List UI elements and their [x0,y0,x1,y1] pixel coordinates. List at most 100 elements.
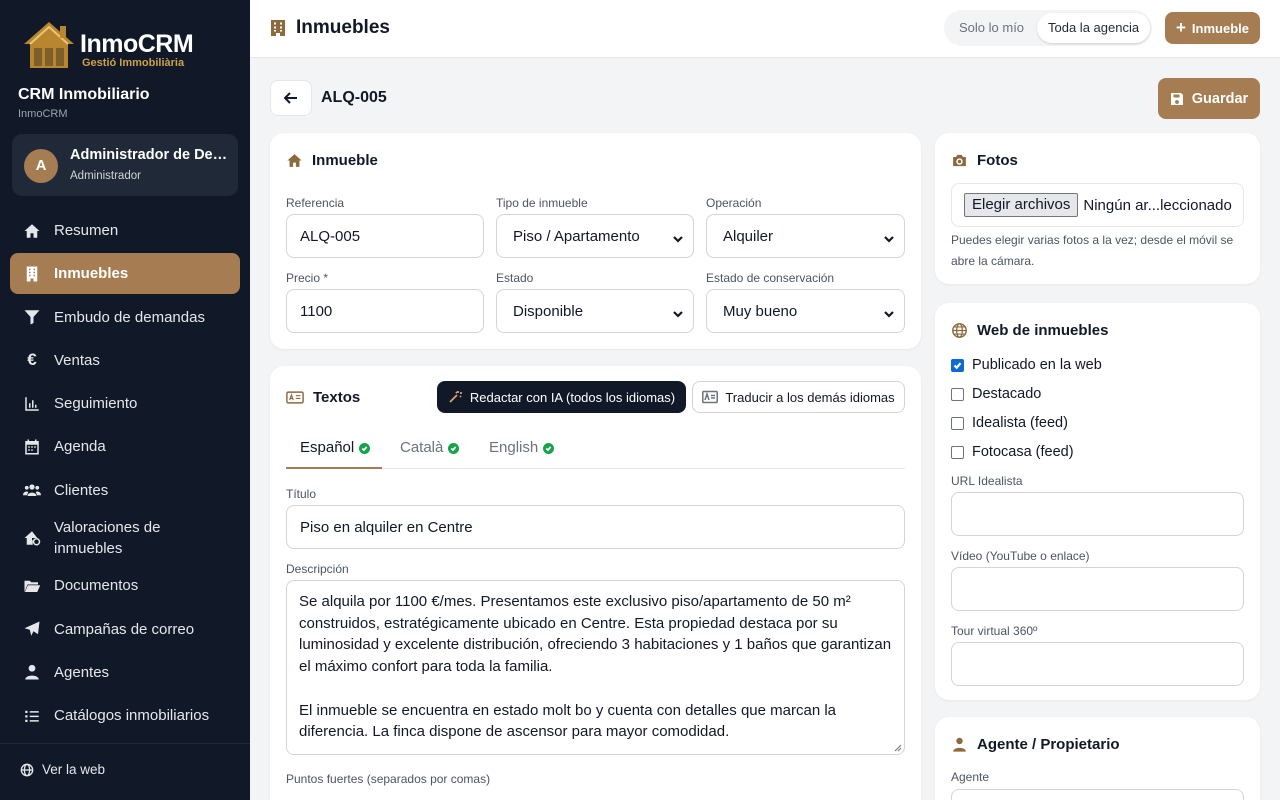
floppy-disk-icon [1170,92,1183,105]
camera-icon [953,154,966,167]
sidebar-item-label: Clientes [54,481,109,499]
tour-field[interactable] [951,642,1244,686]
checkbox-publicado[interactable]: Publicado en la web [951,357,1102,373]
sidebar-item-label: Inmuebles [54,265,129,283]
web-title-text: Web de inmuebles [977,322,1109,339]
tipo-select-value: Piso / Apartamento [513,227,640,245]
agente-label: Agente [951,770,990,784]
user-card[interactable]: A Administrador de Demo Administrador [12,134,238,196]
save-button[interactable]: Guardar [1158,78,1260,119]
checkbox-label: Idealista (feed) [972,415,1068,431]
precio-label: Precio * [286,271,329,285]
estado-label: Estado [496,271,534,285]
estado-select[interactable]: Disponible [496,289,694,333]
url-idealista-field[interactable] [951,492,1244,536]
agente-select[interactable] [951,789,1244,800]
sidebar-item-documentos[interactable]: Documentos [10,565,240,606]
sidebar-item-label: Seguimiento [54,395,138,413]
brand-logo[interactable]: InmoCRM Gestió Immobiliària [20,18,194,72]
tipo-select[interactable]: Piso / Apartamento [496,214,694,258]
fotos-card: Fotos Elegir archivos Ningún ar...leccio… [935,133,1260,284]
ver-web-link[interactable]: Ver la web [20,762,105,777]
sidebar-item-catalogos[interactable]: Catálogos inmobiliarios [10,695,240,736]
sidebar-item-ventas[interactable]: € Ventas [10,340,240,381]
sidebar-item-seguimiento[interactable]: Seguimiento [10,383,240,424]
titulo-field[interactable]: Piso en alquiler en Centre [286,505,905,549]
descripcion-paragraph: Se alquila por 1100 €/mes. Presentamos e… [299,593,892,676]
arrow-left-icon [283,92,297,104]
topbar: Inmuebles Solo lo mío Toda la agencia + … [250,0,1280,58]
video-label: Vídeo (YouTube o enlace) [951,549,1090,563]
resize-handle-icon[interactable] [894,744,902,752]
checkbox-label: Publicado en la web [972,357,1102,373]
back-button[interactable] [270,80,312,116]
page-title-text: Inmuebles [296,17,390,38]
sidebar-item-label: Documentos [54,577,139,595]
checkbox-unchecked-icon[interactable] [951,445,964,459]
web-card-title: Web de inmuebles [951,322,1108,339]
checkbox-idealista[interactable]: Idealista (feed) [951,415,1068,431]
checkbox-destacado[interactable]: Destacado [951,386,1041,402]
house-logo-icon [24,22,74,68]
web-card: Web de inmuebles Publicado en la web Des… [935,303,1260,700]
sidebar-item-valoraciones[interactable]: Valoraciones de inmuebles [10,513,240,563]
language-tabs: Español Català English [286,431,905,469]
tour-label: Tour virtual 360º [951,624,1038,638]
video-field[interactable] [951,567,1244,611]
textos-title-text: Textos [313,389,361,406]
sidebar-item-campanas[interactable]: Campañas de correo [10,609,240,650]
language-icon [702,390,719,404]
sidebar-item-agentes[interactable]: Agentes [10,652,240,693]
scope-mine-button[interactable]: Solo lo mío [948,13,1035,43]
photo-file-input[interactable]: Elegir archivos Ningún ar...leccionado [951,183,1244,227]
checkbox-unchecked-icon[interactable] [951,387,964,401]
sidebar-nav: Resumen Inmuebles Embudo de demandas € V… [10,210,240,739]
sidebar-item-inmuebles[interactable]: Inmuebles [10,253,240,295]
inmueble-title-text: Inmueble [312,152,378,169]
sidebar-item-label: Catálogos inmobiliarios [54,707,210,725]
operacion-select[interactable]: Alquiler [706,214,905,258]
choose-files-button[interactable]: Elegir archivos [964,193,1079,217]
url-idealista-label: URL Idealista [951,474,1023,488]
ver-web-label: Ver la web [42,762,106,777]
descripcion-paragraph: El inmueble se encuentra en estado molt … [299,701,836,741]
new-property-button[interactable]: + Inmueble [1165,12,1260,44]
sidebar-item-label: Agenda [54,438,106,456]
checkbox-fotocasa[interactable]: Fotocasa (feed) [951,444,1074,460]
sidebar-item-label: Resumen [54,222,119,239]
tab-espanol[interactable]: Español [286,431,382,469]
sidebar-item-resumen[interactable]: Resumen [10,210,240,251]
tab-label: Català [400,439,444,456]
sidebar-item-clientes[interactable]: Clientes [10,470,240,511]
tab-english[interactable]: English [489,431,555,469]
tab-catala[interactable]: Català [400,431,460,469]
fotos-title-text: Fotos [977,152,1018,169]
conservacion-select[interactable]: Muy bueno [706,289,905,333]
scope-all-button[interactable]: Toda la agencia [1037,13,1151,43]
sidebar-item-embudo[interactable]: Embudo de demandas [10,297,240,338]
operacion-select-value: Alquiler [723,227,774,245]
sidebar: InmoCRM Gestió Immobiliària CRM Inmobili… [0,0,250,800]
checkbox-checked-icon[interactable] [951,358,964,372]
descripcion-textarea[interactable]: Se alquila por 1100 €/mes. Presentamos e… [286,580,905,755]
chevron-down-icon [884,231,894,243]
fotos-help-text: Puedes elegir varias fotos a la vez; des… [951,233,1234,268]
precio-field[interactable]: 1100 [286,289,484,333]
checkbox-unchecked-icon[interactable] [951,416,964,430]
paper-plane-icon [22,619,42,639]
home-icon [287,154,302,167]
textos-card: Textos Redactar con IA (todos los idioma… [270,366,921,800]
sidebar-item-agenda[interactable]: Agenda [10,426,240,467]
funnel-icon [22,307,42,327]
sidebar-footer: Ver la web [0,743,250,800]
conservacion-label: Estado de conservación [706,271,835,285]
descripcion-label: Descripción [286,562,349,576]
crm-subtitle: InmoCRM [18,108,68,120]
translate-button[interactable]: Traducir a los demás idiomas [692,381,905,413]
house-valuation-icon [22,528,42,548]
referencia-field[interactable]: ALQ-005 [286,214,484,258]
chevron-down-icon [673,306,683,318]
ai-write-button[interactable]: Redactar con IA (todos los idiomas) [437,381,686,413]
avatar: A [24,149,58,183]
save-label: Guardar [1191,90,1249,107]
